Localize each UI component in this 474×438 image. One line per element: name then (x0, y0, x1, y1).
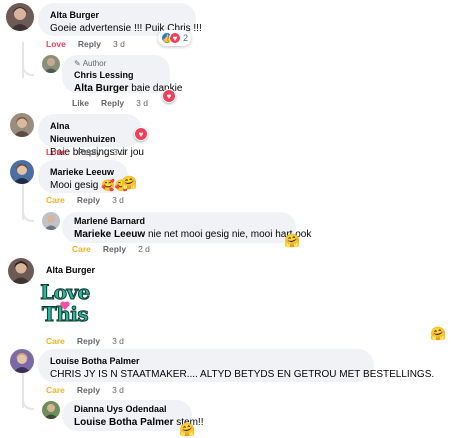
commenter-name[interactable]: Alta Burger (50, 9, 184, 22)
care-button[interactable]: Care (46, 385, 65, 396)
reply-button[interactable]: Reply (77, 385, 100, 396)
comment-actions: Care Reply 3 d (46, 385, 124, 396)
care-button[interactable]: Care (46, 336, 65, 347)
heart-icon (60, 301, 70, 310)
comment-text: Mooi gesig 🥰🥰 (50, 180, 129, 192)
avatar[interactable] (42, 55, 60, 73)
timestamp[interactable]: 3 d (113, 39, 125, 50)
reply-bubble: ✎ Author Chris Lessing Alta Burger baie d… (62, 55, 183, 94)
timestamp[interactable]: 3 d (112, 195, 124, 206)
comment-bubble: Louise Botha Palmer CHRIS JY IS N STAATM… (38, 349, 435, 382)
commenter-name[interactable]: Marlené Barnard (74, 215, 284, 228)
author-badge: ✎ Author (74, 59, 107, 68)
reply-button[interactable]: Reply (78, 39, 101, 50)
comment-bubble: Marieke Leeuw Mooi gesig 🥰🥰 (38, 160, 129, 193)
reply-bubble: Dianna Uys Odendaal Louise Botha Palmer … (62, 400, 204, 431)
commenter-name[interactable]: Chris Lessing (74, 69, 158, 82)
commenter-name[interactable]: Alna Nieuwenhuizen (50, 120, 130, 146)
comment-actions: Like Reply 3 d (72, 98, 148, 109)
avatar[interactable] (10, 349, 34, 373)
mention-link[interactable]: Louise Botha Palmer (74, 417, 173, 428)
timestamp[interactable]: 3 d (136, 98, 148, 109)
comment-text: Alta Burger baie dankie (74, 83, 183, 94)
avatar[interactable] (42, 401, 60, 419)
comment-text: CHRIS JY IS N STAATMAKER.... ALTYD BETYD… (50, 369, 435, 380)
hugging-emoji-icon[interactable]: 🤗 (179, 423, 195, 437)
comment-actions: Love Reply 3 d (46, 147, 125, 158)
reply-button[interactable]: Reply (77, 195, 100, 206)
avatar[interactable] (8, 258, 34, 284)
commenter-name[interactable]: Louise Botha Palmer (50, 355, 362, 368)
pencil-icon: ✎ (74, 59, 81, 68)
avatar[interactable] (42, 212, 60, 230)
hugging-emoji-icon[interactable]: 🤗 (121, 176, 137, 190)
mention-link[interactable]: Alta Burger (74, 83, 128, 94)
love-button[interactable]: Love (46, 39, 66, 50)
thread-connector (22, 208, 34, 222)
care-button[interactable]: Care (46, 195, 65, 206)
love-icon: ♥ (169, 32, 181, 44)
love-button[interactable]: Love (46, 147, 66, 158)
commenter-name[interactable]: Dianna Uys Odendaal (74, 403, 180, 416)
like-button[interactable]: Like (72, 98, 89, 109)
smiling-hearts-emoji: 🥰 (101, 180, 115, 192)
care-button[interactable]: Care (72, 244, 91, 255)
timestamp[interactable]: 3 d (112, 385, 124, 396)
love-this-sticker: Love This (40, 280, 91, 326)
avatar[interactable] (6, 3, 34, 31)
comment-text: Marieke Leeuw nie net mooi gesig nie, mo… (74, 229, 312, 240)
love-icon[interactable]: ♥ (162, 89, 176, 103)
reaction-summary[interactable]: 👍 ♥ 2 (158, 30, 192, 46)
hugging-emoji-icon[interactable]: 🤗 (430, 327, 446, 341)
avatar[interactable] (10, 160, 34, 184)
comment-actions: Care Reply 2 d (72, 244, 150, 255)
reply-button[interactable]: Reply (101, 98, 124, 109)
love-icon[interactable]: ♥ (134, 127, 148, 141)
commenter-name[interactable]: Marieke Leeuw (50, 166, 116, 179)
timestamp[interactable]: 2 d (138, 244, 150, 255)
mention-link[interactable]: Marieke Leeuw (74, 229, 145, 240)
reply-bubble: Marlené Barnard Marieke Leeuw nie net mo… (62, 212, 312, 243)
comment-actions: Care Reply 3 d (46, 195, 124, 206)
reply-button[interactable]: Reply (78, 147, 101, 158)
comment-bubble: Alna Nieuwenhuizen Baie blessings vir jo… (38, 114, 144, 158)
hugging-emoji-icon[interactable]: 🤗 (284, 234, 300, 248)
timestamp[interactable]: 3 d (113, 147, 125, 158)
reply-button[interactable]: Reply (103, 244, 126, 255)
thread-connector (22, 396, 34, 410)
reaction-count: 2 (183, 33, 189, 43)
avatar[interactable] (10, 113, 34, 137)
comment-actions: Love Reply 3 d (46, 39, 125, 50)
reply-button[interactable]: Reply (77, 336, 100, 347)
timestamp[interactable]: 3 d (112, 336, 124, 347)
comment-actions: Care Reply 3 d (46, 336, 124, 347)
comment-text: Louise Botha Palmer stem!! (74, 417, 204, 428)
commenter-name[interactable]: Alta Burger (46, 264, 95, 277)
